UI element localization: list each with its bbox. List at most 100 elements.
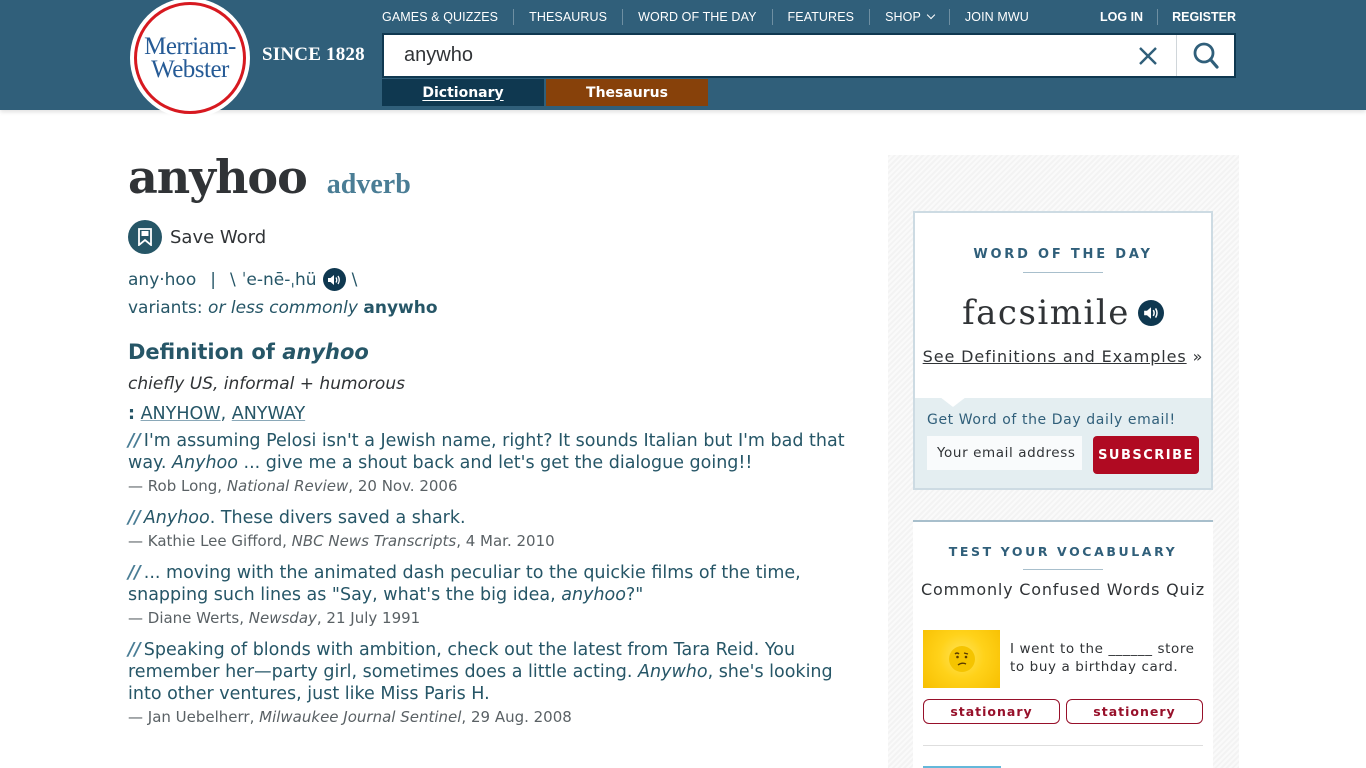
merriam-webster-logo[interactable]: Merriam- Webster [130,0,250,118]
quiz-question: I went to the ______ store to buy a birt… [923,630,1200,688]
example-text: //Anyhoo. These divers saved a shark. [128,507,858,529]
nav-join-mwu[interactable]: JOIN MWU [950,9,1044,25]
email-signup-label: Get Word of the Day daily email! [927,412,1176,428]
search-icon [1193,42,1219,69]
search-input[interactable] [384,35,1120,76]
nav-shop[interactable]: SHOP [870,9,950,25]
wod-email-signup: Get Word of the Day daily email! SUBSCRI… [915,397,1211,488]
close-icon [1139,46,1157,65]
play-pronunciation-button[interactable] [322,268,346,291]
example-date: , 21 July 1991 [316,609,421,627]
tab-dictionary[interactable]: Dictionary [382,79,544,106]
since-tagline: SINCE 1828 [262,44,365,65]
wod-word-row: facsimile [915,293,1211,333]
example-italic: anyhoo [561,585,626,605]
definition-heading-word: anyhoo [282,340,369,364]
example-italic: Anywho [638,662,708,682]
speaker-icon [328,274,340,285]
search-button[interactable] [1176,35,1234,76]
site-header: Merriam- Webster SINCE 1828 GAMES & QUIZ… [0,0,1366,118]
nav-features[interactable]: FEATURES [773,9,871,25]
example-source: — Jan Uebelherr, Milwaukee Journal Senti… [128,708,858,726]
example-mark: // [128,640,141,660]
see-definitions-link[interactable]: See Definitions and Examples [923,347,1187,366]
chevron-down-icon [926,10,936,20]
example: //I'm assuming Pelosi isn't a Jewish nam… [128,430,858,495]
tab-thesaurus[interactable]: Thesaurus [546,79,708,106]
wod-heading: WORD OF THE DAY [973,247,1153,262]
save-word-label: Save Word [170,226,267,248]
auth-nav: LOG IN REGISTER [1086,9,1236,25]
quiz-option-stationery[interactable]: stationery [1066,699,1203,724]
example-date: , 4 Mar. 2010 [456,532,555,550]
link-suffix: » [1192,347,1204,366]
sidebar: WORD OF THE DAY facsimile See Definition… [888,155,1239,768]
logo-line-1: Merriam- [144,33,236,60]
example-source: — Kathie Lee Gifford, NBC News Transcrip… [128,532,858,550]
link-anyway[interactable]: ANYWAY [232,404,305,424]
example-mark: // [128,563,141,583]
search-bar [382,33,1236,78]
logo-line-2: Webster [151,56,229,83]
nav-games-quizzes[interactable]: GAMES & QUIZZES [382,9,515,25]
wod-link-row: See Definitions and Examples » [915,347,1211,366]
nav-thesaurus[interactable]: THESAURUS [514,9,624,25]
speaker-icon [1144,307,1158,319]
quiz-heading: TEST YOUR VOCABULARY [948,544,1178,559]
email-input[interactable] [927,436,1082,470]
divider [923,745,1203,746]
logo-text: Merriam- Webster [144,33,236,83]
nav-shop-label: SHOP [885,10,921,24]
pron-close: \ [351,269,358,290]
example-publication: Milwaukee Journal Sentinel [259,708,462,726]
example-mark: // [128,508,141,528]
variants: variants: or less commonly anywho [128,298,858,318]
pronunciation-row: any·hoo | \ ˈe-nē-ˌhü \ [128,268,858,291]
example: //Anyhoo. These divers saved a shark. — … [128,507,858,550]
link-anyhow[interactable]: ANYHOW [141,404,221,424]
variants-qualifier: or less commonly [208,298,358,318]
example: //Speaking of blonds with ambition, chec… [128,639,858,726]
wod-word[interactable]: facsimile [962,293,1130,333]
quiz-option-stationary[interactable]: stationary [923,699,1060,724]
wod-play-pronunciation-button[interactable] [1137,300,1164,326]
example-italic: Anyhoo [143,508,210,528]
quiz-title[interactable]: Commonly Confused Words Quiz [913,580,1213,599]
nav-word-of-the-day[interactable]: WORD OF THE DAY [623,9,773,25]
divider [1023,272,1103,273]
tab-thesaurus-label: Thesaurus [586,84,668,101]
sense: : ANYHOW, ANYWAY [128,404,858,424]
examples: //I'm assuming Pelosi isn't a Jewish nam… [128,430,858,726]
pron-open: \ [229,269,236,290]
example-publication: Newsday [248,609,317,627]
quiz-question-text: I went to the ______ store to buy a birt… [1010,641,1195,675]
register-link[interactable]: REGISTER [1158,9,1236,25]
save-word-button[interactable]: Save Word [128,220,858,254]
bookmark-icon [128,220,162,254]
quiz-options: stationary stationery [923,699,1203,724]
sense-colon: : [128,404,135,424]
example-before: ... moving with the animated dash peculi… [128,563,801,605]
example-text: //... moving with the animated dash pecu… [128,562,858,606]
subscribe-button[interactable]: SUBSCRIBE [1093,436,1199,474]
part-of-speech[interactable]: adverb [327,169,411,201]
top-nav: GAMES & QUIZZES THESAURUS WORD OF THE DA… [382,9,1044,25]
example-author: — Jan Uebelherr, [128,708,260,726]
example-after: ... give me a shout back and let's get t… [237,453,753,473]
search-tabs: Dictionary Thesaurus [382,79,708,106]
entry-main: anyhoo adverb Save Word any·hoo | \ ˈe-n… [128,150,858,726]
example-after: ?" [625,585,644,605]
example: //... moving with the animated dash pecu… [128,562,858,627]
example-text: //Speaking of blonds with ambition, chec… [128,639,858,705]
example-source: — Diane Werts, Newsday, 21 July 1991 [128,609,858,627]
clear-search-button[interactable] [1120,35,1176,76]
example-after: . These divers saved a shark. [209,508,466,528]
divider [1023,569,1103,570]
separator: | [210,269,216,290]
variants-label: variants: [128,298,203,318]
definition-heading-prefix: Definition of [128,340,275,364]
example-publication: National Review [226,477,349,495]
example-text: //I'm assuming Pelosi isn't a Jewish nam… [128,430,858,474]
login-link[interactable]: LOG IN [1086,9,1159,25]
usage-label: chiefly US, informal + humorous [128,374,405,394]
